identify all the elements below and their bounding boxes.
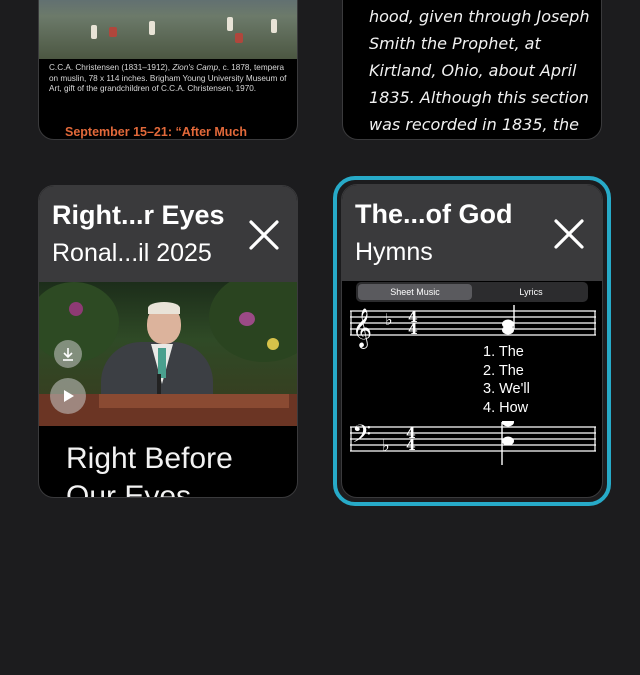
talk-title-text: Right Before Our Eyes xyxy=(66,442,233,498)
segment-sheet-music[interactable]: Sheet Music xyxy=(358,284,472,300)
flat-icon: ♭ xyxy=(382,436,390,455)
svg-text:4: 4 xyxy=(408,322,418,338)
painting-image xyxy=(39,0,297,59)
scripture-text-card[interactable]: hood, given through Joseph Smith the Pro… xyxy=(342,0,602,140)
card-subtitle: Hymns xyxy=(355,238,433,266)
lesson-art-card[interactable]: C.C.A. Christensen (1831–1912), Zion's C… xyxy=(38,0,298,140)
card-title: Right...r Eyes xyxy=(52,200,225,230)
bass-clef-icon: 𝄢 xyxy=(352,421,371,455)
play-icon xyxy=(64,390,74,402)
bass-staff: 𝄢 ♭ 4 4 xyxy=(350,421,596,465)
speaker-photo xyxy=(39,282,297,426)
card-subtitle: Ronal...il 2025 xyxy=(52,239,212,267)
download-icon xyxy=(63,348,73,361)
close-button[interactable] xyxy=(245,216,283,254)
verse-line: 3. We'll xyxy=(483,381,530,397)
close-button[interactable] xyxy=(550,215,588,253)
verse-line: 1. The xyxy=(483,344,524,360)
treble-clef-icon: 𝄞 xyxy=(352,308,372,349)
lesson-title: September 15–21: “After Much xyxy=(65,125,248,139)
play-button[interactable] xyxy=(50,378,86,414)
scripture-intro-text: hood, given through Joseph Smith the Pro… xyxy=(369,7,590,134)
verse-list: 1. The 2. The 3. We'll 4. How xyxy=(483,343,530,417)
card-header: The...of God Hymns xyxy=(342,185,602,281)
verse-line: 2. The xyxy=(483,362,524,379)
painting-caption: C.C.A. Christensen (1831–1912), Zion's C… xyxy=(49,63,287,93)
verse-line: 4. How xyxy=(483,399,529,416)
hymn-card[interactable]: The...of God Hymns Sheet Music Lyrics 𝄞 … xyxy=(341,184,603,498)
treble-staff: 𝄞 ♭ 4 4 xyxy=(350,305,596,349)
svg-text:4: 4 xyxy=(406,438,416,454)
flat-icon: ♭ xyxy=(385,310,393,329)
card-title: The...of God xyxy=(355,199,513,229)
card-header: Right...r Eyes Ronal...il 2025 xyxy=(39,186,297,282)
view-segmented-control: Sheet Music Lyrics xyxy=(356,282,588,302)
talk-card[interactable]: Right...r Eyes Ronal...il 2025 Right Bef… xyxy=(38,185,298,498)
download-button[interactable] xyxy=(54,340,82,368)
segment-lyrics[interactable]: Lyrics xyxy=(474,282,588,302)
close-icon xyxy=(249,220,279,250)
close-icon xyxy=(554,219,584,249)
